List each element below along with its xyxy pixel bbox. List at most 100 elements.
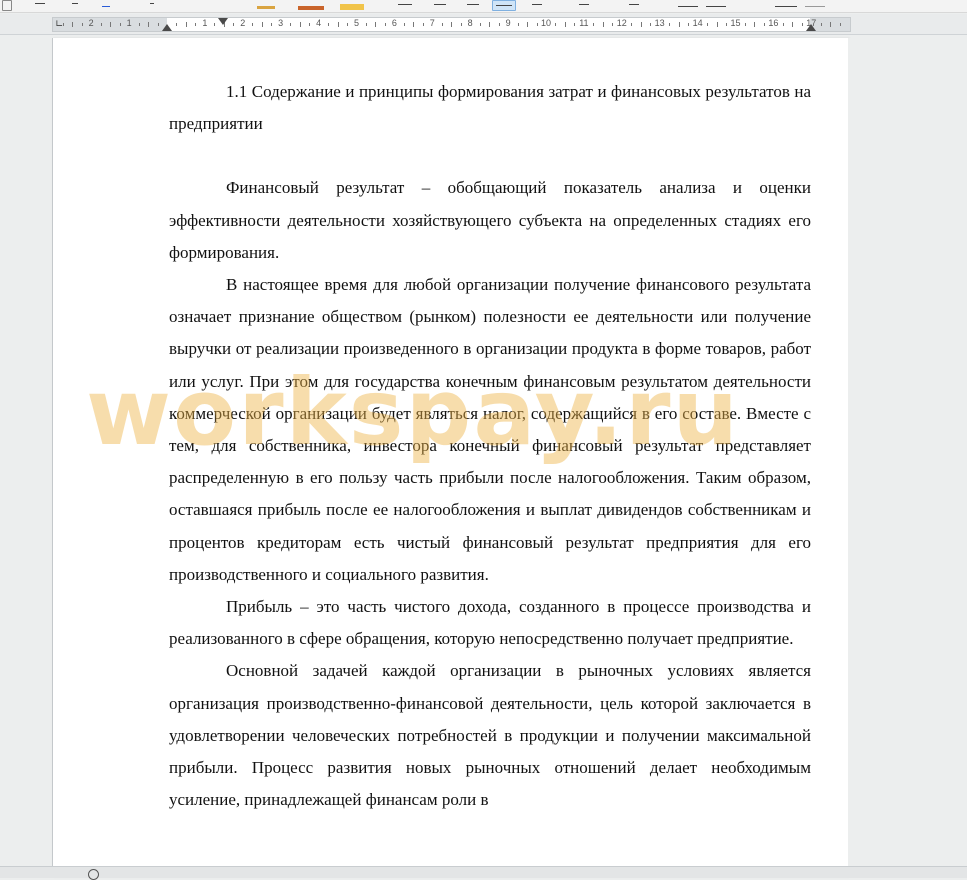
align-left-icon[interactable] (398, 0, 412, 9)
right-indent-marker[interactable] (806, 24, 816, 31)
toolbar-icon-a[interactable] (35, 0, 49, 9)
ruler-number: 1 (202, 18, 208, 28)
indent-icon[interactable] (678, 0, 698, 9)
ruler-tick (214, 23, 216, 26)
horizontal-ruler[interactable]: 2 1 1 2 3 4 5 6 7 8 9 10 11 12 13 14 15 16 17 ∟ (0, 14, 967, 35)
ruler-tick (744, 23, 746, 26)
paragraph-1: Финансовый результат – обобщающий показа… (169, 178, 811, 262)
ruler-tick (593, 23, 595, 26)
ruler-tick (271, 23, 273, 26)
first-line-indent-marker[interactable] (218, 18, 228, 25)
ruler-tick (726, 23, 728, 26)
ruler-tick (195, 23, 197, 26)
ruler-tick (375, 22, 377, 27)
ruler-tick (688, 23, 690, 26)
formatting-toolbar (0, 0, 967, 13)
ruler-tick (631, 23, 633, 26)
ruler-number: 16 (768, 18, 779, 28)
ruler-number: 12 (616, 18, 627, 28)
ruler-number: 9 (505, 18, 511, 28)
new-document-icon[interactable] (2, 0, 12, 11)
ruler-tick (527, 22, 529, 27)
ruler-tick (261, 22, 263, 27)
ruler-tick (100, 23, 102, 26)
ruler-tick (782, 23, 784, 26)
ruler-track[interactable]: 2 1 1 2 3 4 5 6 7 8 9 10 11 12 13 14 15 16 17 ∟ (52, 17, 851, 32)
ruler-number: 8 (467, 18, 473, 28)
ruler-tick (328, 23, 330, 26)
ruler-tick (555, 23, 557, 26)
ruler-tick (110, 22, 112, 27)
ruler-number: 2 (240, 18, 246, 28)
ruler-tick (650, 23, 652, 26)
document-page[interactable]: 1.1 Содержание и принципы формирования з… (52, 38, 849, 877)
ruler-tick (252, 23, 254, 26)
fill-color-icon[interactable] (340, 0, 364, 10)
ruler-tick (451, 22, 453, 27)
text-color-icon[interactable] (298, 0, 324, 10)
toolbar-icon-d[interactable] (148, 0, 162, 9)
section-heading: 1.1 Содержание и принципы формирования з… (169, 82, 811, 134)
ruler-number: 5 (353, 18, 360, 28)
ruler-tick (185, 22, 187, 27)
line-spacing-icon[interactable] (530, 0, 544, 9)
ruler-number: 3 (278, 18, 284, 28)
align-right-icon[interactable] (465, 0, 479, 9)
toolbar-icon-c[interactable] (100, 0, 114, 9)
more-icon[interactable] (805, 0, 825, 9)
ruler-tick (176, 23, 178, 26)
ruler-number: 15 (730, 18, 741, 28)
ruler-number: 14 (692, 18, 703, 28)
ruler-tick (801, 23, 803, 26)
ruler-tick (792, 22, 794, 27)
ruler-tick (460, 23, 462, 26)
align-center-icon[interactable] (432, 0, 446, 9)
ruler-number: 11 (579, 18, 589, 28)
ruler-tick (441, 23, 443, 26)
ruler-tick (479, 23, 481, 26)
status-bar (0, 866, 967, 880)
zoom-icon[interactable] (88, 869, 99, 880)
paragraph-4: Основной задачей каждой организации в ры… (169, 661, 811, 810)
ruler-tick (233, 23, 235, 26)
ruler-tick (830, 22, 832, 27)
ruler-tick (754, 22, 756, 27)
list-icon[interactable] (577, 0, 591, 9)
tab-stop-icon[interactable]: ∟ (55, 19, 63, 30)
ruler-tick (574, 23, 576, 26)
ruler-tick (309, 23, 311, 26)
toolbar-icon-b[interactable] (70, 0, 84, 9)
outdent-icon[interactable] (706, 0, 726, 9)
ruler-number: 1 (126, 18, 132, 28)
ruler-tick (669, 23, 671, 26)
ruler-tick (498, 23, 500, 26)
ruler-tick (489, 22, 491, 27)
ruler-tick (157, 23, 159, 26)
ruler-tick (403, 23, 405, 26)
ruler-tick (640, 22, 642, 27)
ruler-tick (678, 22, 680, 27)
paragraph-3: Прибыль – это часть чистого дохода, созд… (169, 597, 811, 649)
ruler-tick (299, 22, 301, 27)
ruler-number: 13 (654, 18, 665, 28)
ruler-tick (517, 23, 519, 26)
document-body[interactable]: 1.1 Содержание и принципы формирования з… (169, 76, 811, 816)
ruler-tick (384, 23, 386, 26)
ruler-number: 10 (540, 18, 552, 28)
highlight-icon[interactable] (255, 0, 277, 9)
numbered-list-icon[interactable] (627, 0, 641, 9)
ruler-number: 2 (88, 18, 94, 28)
ruler-tick (347, 23, 349, 26)
paragraph-spacing-icon[interactable] (775, 0, 797, 9)
ruler-tick (839, 23, 841, 26)
ruler-tick (365, 23, 367, 26)
ruler-number: 6 (391, 18, 397, 28)
ruler-tick (119, 23, 121, 26)
align-justify-icon[interactable] (492, 0, 516, 11)
ruler-tick (612, 23, 614, 26)
workspace-background (848, 38, 967, 866)
ruler-tick (290, 23, 292, 26)
ruler-tick (820, 23, 822, 26)
ruler-tick (716, 22, 718, 27)
left-indent-marker[interactable] (162, 24, 172, 31)
